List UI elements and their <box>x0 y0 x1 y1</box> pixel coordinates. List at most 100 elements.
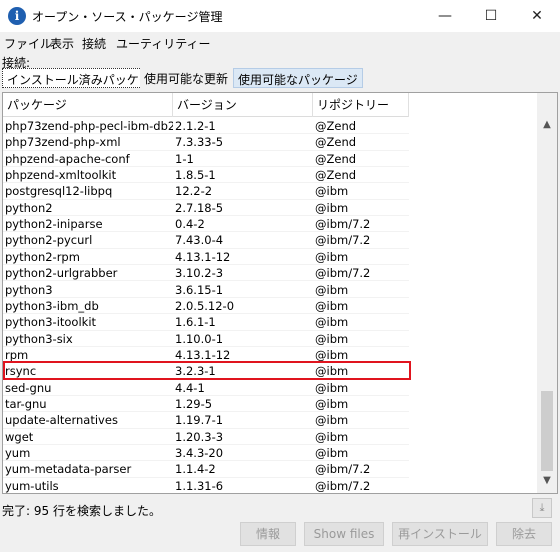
cell-repository: @Zend <box>315 151 357 166</box>
close-button[interactable]: ✕ <box>514 0 560 32</box>
show-files-button[interactable]: Show files <box>304 522 384 546</box>
table-header: パッケージ バージョン リポジトリー <box>3 93 409 117</box>
cell-repository: @ibm <box>315 331 349 346</box>
cell-package: python2-urlgrabber <box>5 266 118 281</box>
cell-version: 1.10.0-1 <box>175 331 224 346</box>
header-filler <box>409 93 537 117</box>
cell-version: 1.19.7-1 <box>175 413 224 428</box>
cell-repository: @ibm/7.2 <box>315 266 371 281</box>
tab-available-packages[interactable]: 使用可能なパッケージ <box>233 68 363 88</box>
column-header-package[interactable]: パッケージ <box>3 93 173 117</box>
reinstall-button[interactable]: 再インストール <box>392 522 488 546</box>
cell-repository: @ibm <box>315 315 349 330</box>
cell-repository: @ibm <box>315 184 349 199</box>
table-row[interactable]: wget 1.20.3-3 @ibm <box>3 429 409 445</box>
table-row[interactable]: yum 3.4.3-20 @ibm <box>3 445 409 462</box>
column-header-version[interactable]: バージョン <box>173 93 313 117</box>
package-table: パッケージ バージョン リポジトリー php73zend-php-pecl-ib… <box>2 92 558 494</box>
cell-package: php73zend-php-xml <box>5 135 121 150</box>
tab-available-updates[interactable]: 使用可能な更新 <box>140 68 233 88</box>
cell-version: 3.10.2-3 <box>175 266 224 281</box>
cell-package: postgresql12-libpq <box>5 184 113 199</box>
cell-version: 2.1.2-1 <box>175 119 216 133</box>
title-bar: i オープン・ソース・パッケージ管理 — ☐ ✕ <box>0 0 560 32</box>
table-row[interactable]: python3 3.6.15-1 @ibm <box>3 282 409 298</box>
table-row[interactable]: update-alternatives 1.19.7-1 @ibm <box>3 412 409 429</box>
cell-repository: @ibm <box>315 413 349 428</box>
cell-repository: @ibm/7.2 <box>315 478 371 493</box>
menu-connection[interactable]: 接続 <box>82 35 106 52</box>
cell-version: 1.29-5 <box>175 396 213 411</box>
scroll-down-icon[interactable]: ▼ <box>537 475 557 491</box>
menu-view[interactable]: 表示 <box>50 35 74 52</box>
cell-repository: @ibm <box>315 429 349 444</box>
table-row[interactable]: python2-pycurl 7.43.0-4 @ibm/7.2 <box>3 232 409 249</box>
cell-repository: @ibm/7.2 <box>315 217 371 232</box>
cell-package: python2-pycurl <box>5 233 93 248</box>
table-row[interactable]: php73zend-php-pecl-ibm-db2 2.1.2-1 @Zend <box>3 118 409 135</box>
table-row[interactable]: python3-ibm_db 2.0.5.12-0 @ibm <box>3 298 409 315</box>
cell-version: 1.8.5-1 <box>175 168 216 183</box>
table-row[interactable]: python3-itoolkit 1.6.1-1 @ibm <box>3 314 409 331</box>
maximize-button[interactable]: ☐ <box>468 0 514 32</box>
download-icon[interactable]: ⤓ <box>532 498 552 518</box>
cell-version: 4.13.1-12 <box>175 249 231 264</box>
highlight-outline <box>3 361 411 381</box>
table-row[interactable]: phpzend-xmltoolkit 1.8.5-1 @Zend <box>3 167 409 184</box>
table-row[interactable]: sed-gnu 4.4-1 @ibm <box>3 380 409 396</box>
cell-version: 1.20.3-3 <box>175 429 224 444</box>
table-row[interactable]: yum-metadata-parser 1.1.4-2 @ibm/7.2 <box>3 461 409 478</box>
cell-repository: @Zend <box>315 168 357 183</box>
cell-repository: @ibm/7.2 <box>315 233 371 248</box>
table-row[interactable]: postgresql12-libpq 12.2-2 @ibm <box>3 183 409 200</box>
table-row[interactable]: tar-gnu 1.29-5 @ibm <box>3 396 409 413</box>
info-button[interactable]: 情報 <box>240 522 296 546</box>
remove-button[interactable]: 除去 <box>496 522 552 546</box>
table-row[interactable]: python2 2.7.18-5 @ibm <box>3 200 409 217</box>
cell-repository: @ibm <box>315 200 349 215</box>
cell-package: phpzend-apache-conf <box>5 151 130 166</box>
cell-version: 1-1 <box>175 151 194 166</box>
vertical-scrollbar[interactable]: ▲ ▼ <box>537 93 557 493</box>
table-row[interactable]: phpzend-apache-conf 1-1 @Zend <box>3 151 409 168</box>
window-title: オープン・ソース・パッケージ管理 <box>32 10 223 24</box>
column-header-repository[interactable]: リポジトリー <box>313 93 409 117</box>
cell-package: python2-iniparse <box>5 217 103 232</box>
cell-version: 7.3.33-5 <box>175 135 224 150</box>
table-row[interactable]: python3-six 1.10.0-1 @ibm <box>3 331 409 347</box>
cell-version: 2.7.18-5 <box>175 200 224 215</box>
cell-package: wget <box>5 429 34 444</box>
scroll-up-icon[interactable]: ▲ <box>537 119 557 135</box>
status-text: 完了: 95 行を検索しました。 <box>2 504 161 518</box>
cell-version: 0.4-2 <box>175 217 205 232</box>
cell-version: 1.1.4-2 <box>175 462 216 477</box>
cell-package: yum-metadata-parser <box>5 462 132 477</box>
menu-bar: ファイル 表示 接続 ユーティリティー <box>0 32 560 52</box>
table-row[interactable]: python2-urlgrabber 3.10.2-3 @ibm/7.2 <box>3 265 409 282</box>
cell-package: python3-itoolkit <box>5 315 97 330</box>
cell-version: 1.1.31-6 <box>175 478 224 493</box>
cell-version: 2.0.5.12-0 <box>175 298 235 313</box>
cell-package: python3-six <box>5 331 73 346</box>
cell-package: phpzend-xmltoolkit <box>5 168 117 183</box>
table-row[interactable]: python2-iniparse 0.4-2 @ibm/7.2 <box>3 216 409 233</box>
cell-repository: @ibm <box>315 249 349 264</box>
cell-version: 7.43.0-4 <box>175 233 224 248</box>
minimize-button[interactable]: — <box>422 0 468 32</box>
table-row[interactable]: python2-rpm 4.13.1-12 @ibm <box>3 249 409 266</box>
cell-package: tar-gnu <box>5 396 47 411</box>
table-body: php73zend-php-pecl-ibm-db2 2.1.2-1 @Zend ph… <box>3 117 537 493</box>
cell-version: 1.6.1-1 <box>175 315 216 330</box>
table-row[interactable]: php73zend-php-xml 7.3.33-5 @Zend <box>3 134 409 151</box>
cell-repository: @ibm <box>315 380 349 395</box>
cell-repository: @Zend <box>315 119 357 133</box>
cell-version: 3.4.3-20 <box>175 446 224 460</box>
table-row[interactable]: yum-utils 1.1.31-6 @ibm/7.2 <box>3 478 409 493</box>
cell-repository: @ibm <box>315 298 349 313</box>
cell-version: 12.2-2 <box>175 184 213 199</box>
scroll-thumb[interactable] <box>541 391 553 471</box>
menu-file[interactable]: ファイル <box>4 35 52 52</box>
cell-repository: @Zend <box>315 135 357 150</box>
menu-utilities[interactable]: ユーティリティー <box>116 35 211 52</box>
cell-version: 4.4-1 <box>175 380 205 395</box>
